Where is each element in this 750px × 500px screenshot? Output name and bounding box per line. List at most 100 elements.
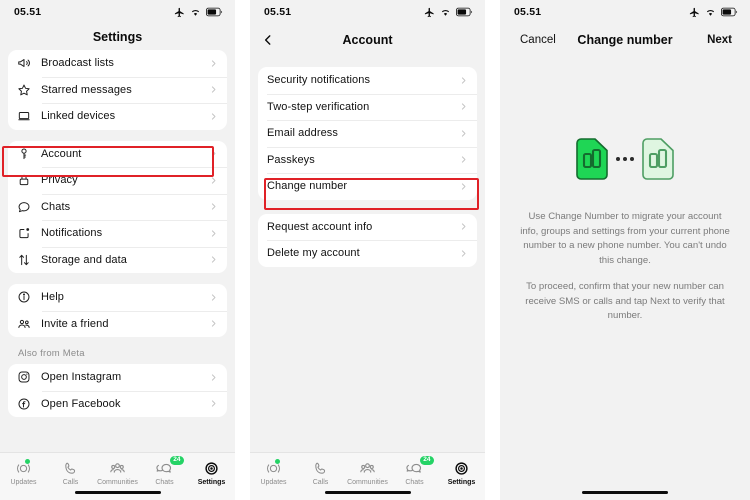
- tab-updates[interactable]: Updates: [250, 459, 297, 486]
- panel-account: 05.51 Account Security notifications Two…: [250, 0, 485, 500]
- updates-dot-badge: [275, 459, 280, 464]
- tab-label: Chats: [155, 479, 174, 486]
- tab-calls[interactable]: Calls: [47, 459, 94, 486]
- chevron-right-icon: [209, 176, 218, 185]
- row-label: Passkeys: [267, 153, 315, 166]
- sim-card-filled-icon: [576, 138, 608, 180]
- chats-icon: 24: [406, 456, 434, 477]
- sidebar-item-help[interactable]: Help: [8, 284, 227, 311]
- back-button[interactable]: [260, 32, 276, 48]
- tab-chats[interactable]: 24 Chats: [391, 456, 438, 486]
- tab-chats[interactable]: 24 Chats: [141, 456, 188, 486]
- tab-communities[interactable]: Communities: [344, 459, 391, 486]
- settings-icon: [454, 459, 469, 477]
- row-label: Open Instagram: [41, 371, 122, 384]
- two-sim-cards-icon: [520, 138, 730, 180]
- cancel-button[interactable]: Cancel: [520, 34, 556, 46]
- arrows-updown-icon: [17, 253, 41, 267]
- settings-icon: [204, 459, 219, 477]
- page-title: Change number: [577, 33, 673, 47]
- chevron-right-icon: [209, 202, 218, 211]
- sidebar-item-broadcast-lists[interactable]: Broadcast lists: [8, 50, 227, 77]
- communities-icon: [359, 459, 376, 477]
- sidebar-item-storage-and-data[interactable]: Storage and data: [8, 246, 227, 274]
- communities-icon: [109, 459, 126, 477]
- next-button[interactable]: Next: [707, 34, 732, 46]
- tab-communities[interactable]: Communities: [94, 459, 141, 486]
- chevron-right-icon: [459, 249, 468, 258]
- list-item-two-step-verification[interactable]: Two-step verification: [258, 93, 477, 121]
- row-label: Request account info: [267, 220, 373, 233]
- account-group-data: Request account info Delete my account: [258, 213, 477, 267]
- sidebar-item-notifications[interactable]: Notifications: [8, 220, 227, 247]
- account-group-security: Security notifications Two-step verifica…: [258, 67, 477, 200]
- settings-group-account: Account Privacy Chats Notifications Stor…: [8, 140, 227, 274]
- panel2-nav-bar: Account: [250, 24, 485, 56]
- settings-group-support: Help Invite a friend: [8, 284, 227, 337]
- wifi-icon: [440, 7, 451, 18]
- laptop-icon: [17, 109, 41, 123]
- row-label: Help: [41, 291, 65, 304]
- panel-divider: [485, 0, 500, 500]
- list-item-email-address[interactable]: Email address: [258, 120, 477, 147]
- home-indicator: [74, 490, 161, 494]
- tab-updates[interactable]: Updates: [0, 459, 47, 486]
- airplane-icon: [689, 7, 700, 18]
- sidebar-item-chats[interactable]: Chats: [8, 193, 227, 221]
- panel-change-number: 05.51 Cancel Change number Next Use Chan…: [500, 0, 750, 500]
- tab-settings[interactable]: Settings: [188, 459, 235, 486]
- panel3-nav-bar: Cancel Change number Next: [500, 24, 750, 56]
- tab-calls[interactable]: Calls: [297, 459, 344, 486]
- chevron-right-icon: [209, 85, 218, 94]
- sidebar-item-linked-devices[interactable]: Linked devices: [8, 103, 227, 130]
- sidebar-item-open-facebook[interactable]: Open Facebook: [8, 390, 227, 418]
- tab-label: Communities: [97, 479, 138, 486]
- facebook-icon: [17, 397, 41, 411]
- row-label: Account: [41, 147, 82, 160]
- home-indicator: [324, 490, 411, 494]
- chevron-right-icon: [459, 155, 468, 164]
- chevron-right-icon: [459, 129, 468, 138]
- airplane-icon: [174, 7, 185, 18]
- list-item-security-notifications[interactable]: Security notifications: [258, 67, 477, 94]
- panel-settings: 05.51 Settings Broadcast lists Starred m…: [0, 0, 235, 500]
- status-icons: [689, 7, 738, 18]
- list-item-request-account-info[interactable]: Request account info: [258, 214, 477, 241]
- status-bar: 05.51: [0, 0, 235, 24]
- chevron-right-icon: [209, 229, 218, 238]
- megaphone-icon: [17, 56, 41, 70]
- chevron-right-icon: [209, 59, 218, 68]
- airplane-icon: [424, 7, 435, 18]
- list-item-delete-my-account[interactable]: Delete my account: [258, 240, 477, 267]
- updates-icon: [16, 459, 31, 477]
- chats-icon: 24: [156, 456, 184, 477]
- transfer-dots-icon: [616, 157, 634, 161]
- status-icons: [174, 7, 223, 18]
- row-label: Chats: [41, 200, 71, 213]
- chevron-right-icon: [209, 112, 218, 121]
- description-paragraph-1: Use Change Number to migrate your accoun…: [520, 211, 730, 266]
- list-item-change-number[interactable]: Change number: [258, 173, 477, 200]
- battery-icon: [721, 7, 738, 17]
- people-icon: [17, 317, 41, 331]
- bottom-tab-bar: Updates Calls Communities 24 Chats Setti…: [250, 452, 485, 500]
- sidebar-item-account[interactable]: Account: [8, 141, 227, 168]
- status-icons: [424, 7, 473, 18]
- chevron-right-icon: [209, 149, 218, 158]
- instagram-icon: [17, 370, 41, 384]
- row-label: Open Facebook: [41, 397, 121, 410]
- chevron-right-icon: [209, 255, 218, 264]
- sidebar-item-starred-messages[interactable]: Starred messages: [8, 76, 227, 104]
- sidebar-item-invite-a-friend[interactable]: Invite a friend: [8, 310, 227, 338]
- sidebar-item-open-instagram[interactable]: Open Instagram: [8, 364, 227, 391]
- settings-group-meta: Open Instagram Open Facebook: [8, 364, 227, 417]
- sidebar-item-privacy[interactable]: Privacy: [8, 167, 227, 194]
- account-list: Security notifications Two-step verifica…: [250, 56, 485, 267]
- status-time: 05.51: [514, 6, 542, 18]
- tab-settings[interactable]: Settings: [438, 459, 485, 486]
- tab-label: Communities: [347, 479, 388, 486]
- sim-card-outline-icon: [642, 138, 674, 180]
- status-time: 05.51: [264, 6, 292, 18]
- list-item-passkeys[interactable]: Passkeys: [258, 146, 477, 174]
- row-label: Change number: [267, 180, 348, 193]
